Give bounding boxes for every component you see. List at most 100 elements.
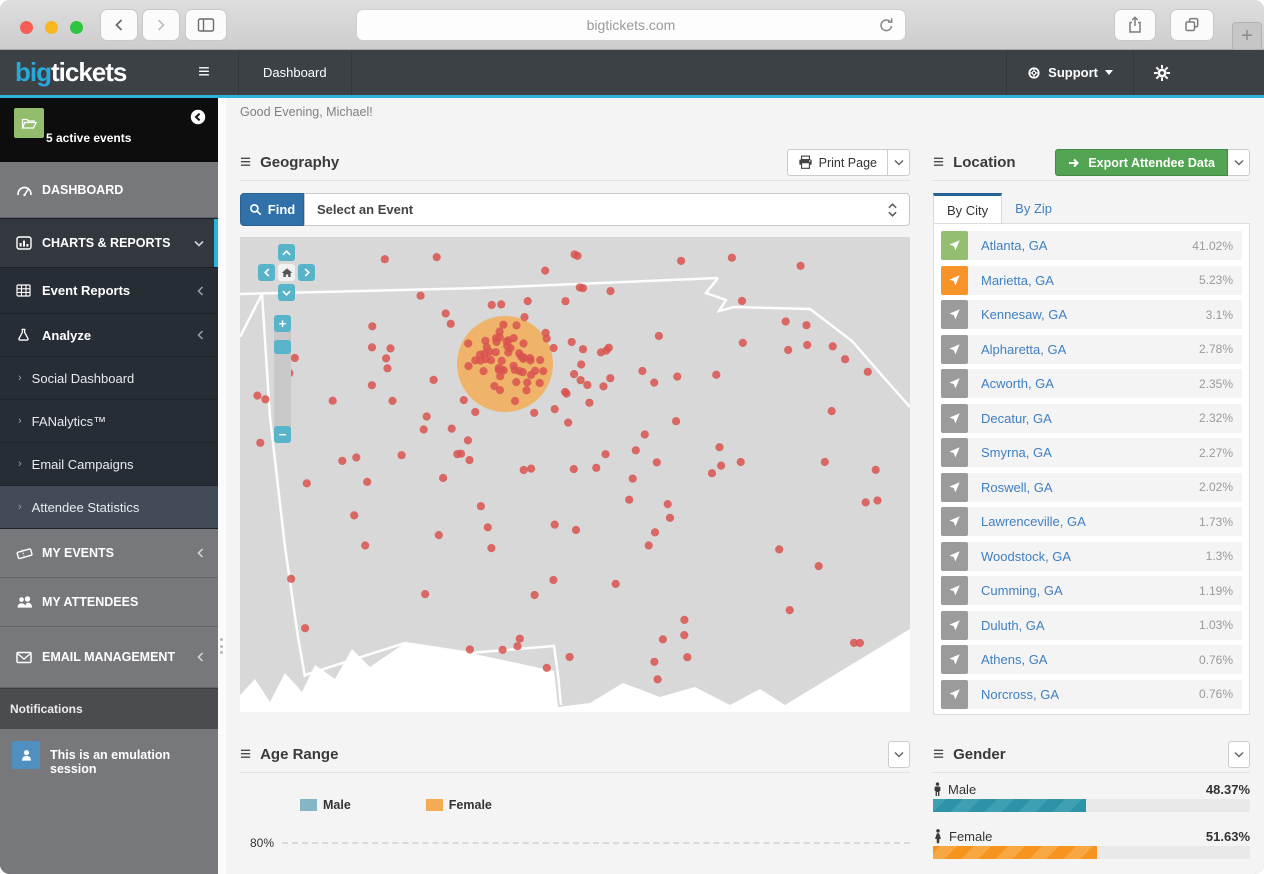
city-link[interactable]: Lawrenceville, GA [981,514,1086,529]
gender-panel-header: ≡ Gender [933,737,1250,773]
city-percent: 1.03% [1199,618,1233,632]
active-events-banner[interactable]: 5 active events [0,98,218,162]
printer-icon [798,155,813,170]
sidebar-item-my-attendees[interactable]: MY ATTENDEES [0,578,218,627]
sidebar-toggle-button[interactable] [185,9,227,41]
map-home-button[interactable] [278,264,295,281]
sidebar-item-attendee-statistics[interactable]: › Attendee Statistics [0,486,218,529]
city-row[interactable]: Roswell, GA 2.02% [941,473,1242,502]
find-button[interactable]: Find [240,193,304,226]
close-window-button[interactable] [20,21,33,34]
sidebar-item-event-reports[interactable]: Event Reports [0,268,218,314]
zoom-slider-handle[interactable] [274,340,291,354]
city-row[interactable]: Kennesaw, GA 3.1% [941,300,1242,329]
app-navbar: bigtickets ≡ Dashboard Support [0,50,1264,98]
chevron-down-icon [894,159,904,166]
city-row[interactable]: Marietta, GA 5.23% [941,266,1242,295]
city-link[interactable]: Marietta, GA [981,273,1054,288]
sidebar-item-charts-reports[interactable]: CHARTS & REPORTS [0,218,218,268]
pan-up-button[interactable] [278,244,295,261]
new-tab-button[interactable]: + [1232,22,1262,50]
city-link[interactable]: Woodstock, GA [981,549,1071,564]
city-row[interactable]: Decatur, GA 2.32% [941,404,1242,433]
minimize-window-button[interactable] [45,21,58,34]
pan-left-button[interactable] [258,264,275,281]
notifications-header: Notifications [0,688,218,729]
notification-message: This is an emulation session [50,748,218,776]
back-button[interactable] [100,9,138,41]
reload-button[interactable] [878,17,895,34]
chevron-right-icon [155,18,167,32]
city-percent: 3.1% [1206,308,1233,322]
sidebar-item-social-dashboard[interactable]: › Social Dashboard [0,357,218,400]
gender-male-row: Male 48.37% [933,782,1250,797]
logo-part1: big [15,57,51,88]
age-range-options-caret-button[interactable] [888,741,910,768]
zoom-window-button[interactable] [70,21,83,34]
tab-by-zip[interactable]: By Zip [1002,193,1065,224]
nav-item-dashboard[interactable]: Dashboard [238,50,352,95]
export-options-caret-button[interactable] [1228,149,1250,176]
city-row[interactable]: Smyrna, GA 2.27% [941,438,1242,467]
gender-options-caret-button[interactable] [1228,741,1250,768]
export-attendee-data-button[interactable]: Export Attendee Data [1055,149,1228,176]
event-select[interactable]: Select an Event [304,193,910,226]
city-link[interactable]: Roswell, GA [981,480,1053,495]
city-row[interactable]: Athens, GA 0.76% [941,645,1242,674]
scrollbar-grip [220,638,224,654]
print-options-caret-button[interactable] [888,149,910,176]
show-tabs-button[interactable] [1170,9,1214,41]
sidebar-item-label: Social Dashboard [32,371,135,386]
sidebar-collapse-button[interactable]: ≡ [190,50,218,95]
city-row[interactable]: Atlanta, GA 41.02% [941,231,1242,260]
city-row[interactable]: Alpharetta, GA 2.78% [941,335,1242,364]
city-row[interactable]: Lawrenceville, GA 1.73% [941,507,1242,536]
location-arrow-icon [941,542,968,571]
sidebar-item-analyze[interactable]: Analyze [0,314,218,357]
settings-button[interactable] [1133,50,1194,95]
city-row[interactable]: Norcross, GA 0.76% [941,680,1242,709]
sidebar-item-label: MY EVENTS [42,546,114,560]
city-link[interactable]: Norcross, GA [981,687,1059,702]
url-field[interactable]: bigtickets.com [356,9,906,41]
zoom-out-button[interactable]: − [274,426,291,443]
legend-item-male[interactable]: Male [300,798,351,812]
pan-right-button[interactable] [298,264,315,281]
geography-map[interactable]: + − [240,237,910,712]
location-tabs: By City By Zip [933,193,1065,224]
city-row[interactable]: Cumming, GA 1.19% [941,576,1242,605]
pan-down-button[interactable] [278,284,295,301]
city-row[interactable]: Duluth, GA 1.03% [941,611,1242,640]
sidebar-item-fanalytics[interactable]: › FANalytics™ [0,400,218,443]
city-link[interactable]: Acworth, GA [981,376,1054,391]
app-logo[interactable]: bigtickets [0,50,190,95]
city-link[interactable]: Kennesaw, GA [981,307,1067,322]
forward-button[interactable] [142,9,180,41]
city-link[interactable]: Decatur, GA [981,411,1052,426]
city-link[interactable]: Athens, GA [981,652,1047,667]
city-link[interactable]: Atlanta, GA [981,238,1047,253]
nav-item-label: Dashboard [263,65,327,80]
sidebar-item-dashboard[interactable]: DASHBOARD [0,162,218,218]
city-row[interactable]: Acworth, GA 2.35% [941,369,1242,398]
share-button[interactable] [1114,9,1156,41]
support-menu[interactable]: Support [1006,50,1133,95]
city-link[interactable]: Cumming, GA [981,583,1063,598]
content-scrollbar[interactable] [218,98,226,874]
reload-icon [878,17,895,34]
location-arrow-icon [941,369,968,398]
sidebar-item-my-events[interactable]: MY EVENTS [0,529,218,578]
city-row[interactable]: Woodstock, GA 1.3% [941,542,1242,571]
sidebar-collapse-circle-button[interactable] [190,109,206,125]
print-page-button[interactable]: Print Page [787,149,888,176]
city-link[interactable]: Smyrna, GA [981,445,1052,460]
notification-item[interactable]: This is an emulation session [0,729,218,874]
gender-male-bar [933,799,1250,812]
city-link[interactable]: Alpharetta, GA [981,342,1066,357]
sidebar-item-email-management[interactable]: EMAIL MANAGEMENT [0,627,218,688]
sidebar-item-email-campaigns[interactable]: › Email Campaigns [0,443,218,486]
tab-by-city[interactable]: By City [933,193,1002,224]
city-link[interactable]: Duluth, GA [981,618,1045,633]
zoom-in-button[interactable]: + [274,315,291,332]
legend-item-female[interactable]: Female [426,798,492,812]
